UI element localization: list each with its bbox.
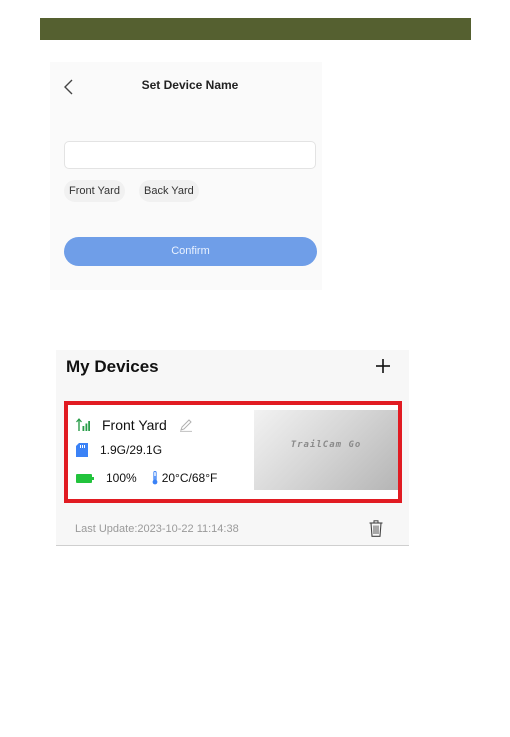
suggestion-chip-front-yard[interactable]: Front Yard bbox=[64, 180, 125, 202]
device-card[interactable]: Front Yard 1.9G/29.1G 100% 20°C/68°F Tra… bbox=[64, 401, 402, 503]
status-row: 100% 20°C/68°F bbox=[76, 471, 217, 485]
top-decorative-bar bbox=[40, 18, 471, 40]
last-update: Last Update:2023-10-22 11:14:38 bbox=[75, 523, 239, 535]
page-title: Set Device Name bbox=[141, 78, 239, 92]
device-name-row: Front Yard bbox=[76, 417, 193, 433]
thumbnail-watermark: TrailCam Go bbox=[290, 440, 362, 450]
my-devices-screen: My Devices Front Yard 1.9G/29.1G 100% 20… bbox=[56, 350, 409, 546]
device-name: Front Yard bbox=[102, 417, 167, 433]
temperature: 20°C/68°F bbox=[161, 471, 218, 485]
set-device-name-screen: Set Device Name Front Yard Back Yard Con… bbox=[50, 62, 322, 290]
suggestion-chip-back-yard[interactable]: Back Yard bbox=[139, 180, 199, 202]
sd-card-icon bbox=[76, 443, 88, 457]
trash-icon[interactable] bbox=[369, 520, 383, 537]
pencil-icon[interactable] bbox=[179, 418, 193, 432]
battery-level: 100% bbox=[106, 471, 137, 485]
signal-icon bbox=[76, 418, 90, 431]
storage-usage: 1.9G/29.1G bbox=[100, 443, 163, 457]
camera-thumbnail[interactable]: TrailCam Go bbox=[254, 410, 398, 490]
storage-row: 1.9G/29.1G bbox=[76, 443, 162, 457]
battery-icon bbox=[76, 473, 94, 483]
plus-icon[interactable] bbox=[375, 358, 391, 374]
page-title: My Devices bbox=[66, 357, 159, 376]
confirm-button[interactable]: Confirm bbox=[64, 237, 317, 266]
thermometer-icon bbox=[152, 471, 158, 485]
device-name-input[interactable] bbox=[64, 141, 316, 169]
divider bbox=[56, 545, 409, 546]
